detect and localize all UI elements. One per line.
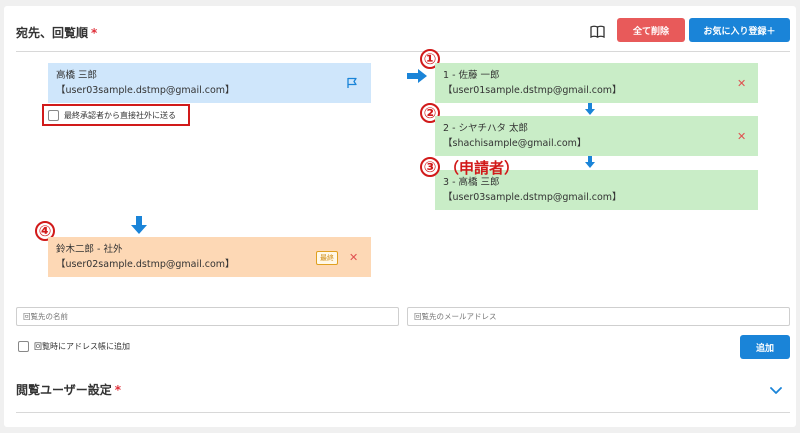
add-button[interactable]: 追加: [740, 335, 790, 359]
close-icon[interactable]: ✕: [737, 130, 746, 143]
route-email-1: 【user01sample.dstmp@gmail.com】: [443, 85, 622, 96]
route-email-3: 【user03sample.dstmp@gmail.com】: [443, 192, 622, 203]
section-title-text: 宛先、回覧順: [16, 26, 89, 40]
register-favorite-button[interactable]: お気に入り登録＋: [689, 18, 790, 42]
address-book-label: 回覧時にアドレス帳に追加: [34, 342, 130, 351]
header-divider: [16, 51, 790, 52]
final-badge: 最終: [316, 251, 338, 265]
close-icon[interactable]: ✕: [349, 251, 358, 264]
route-card-2[interactable]: 2 - シヤチハタ 太郎 【shachisample@gmail.com】: [435, 116, 758, 156]
applicant-annotation: （申請者）: [444, 159, 520, 177]
address-book-checkbox-box[interactable]: [18, 341, 29, 352]
address-book-checkbox[interactable]: 回覧時にアドレス帳に追加: [18, 341, 130, 352]
section-title-route: 宛先、回覧順 *: [16, 24, 97, 41]
recipient-email-input[interactable]: [407, 307, 790, 326]
applicant-name: 高橋 三郎: [56, 70, 98, 81]
arrow-down-icon: [585, 156, 595, 168]
route-name-1: 1 - 佐藤 一郎: [443, 70, 500, 81]
applicant-card[interactable]: 高橋 三郎 【user03sample.dstmp@gmail.com】: [48, 63, 371, 103]
route-email-2: 【shachisample@gmail.com】: [443, 138, 587, 149]
required-mark: *: [91, 26, 98, 40]
route-name-2: 2 - シヤチハタ 太郎: [443, 123, 529, 134]
arrow-down-icon: [131, 216, 147, 234]
direct-send-checkbox[interactable]: 最終承認者から直接社外に送る: [42, 104, 190, 126]
flag-icon[interactable]: [346, 77, 358, 89]
chevron-down-icon[interactable]: [770, 387, 782, 395]
book-icon[interactable]: [590, 25, 605, 38]
close-icon[interactable]: ✕: [737, 77, 746, 90]
viewer-divider: [16, 412, 790, 413]
viewer-title-text: 閲覧ユーザー設定: [16, 383, 112, 397]
arrow-right-icon: [407, 69, 427, 83]
route-marker-3: ③: [420, 157, 440, 177]
required-mark: *: [114, 383, 122, 397]
direct-send-label: 最終承認者から直接社外に送る: [64, 110, 176, 120]
direct-send-checkbox-box[interactable]: [48, 109, 59, 121]
arrow-down-icon: [585, 103, 595, 115]
section-title-viewer: 閲覧ユーザー設定 *: [16, 381, 121, 398]
delete-all-button[interactable]: 全て削除: [617, 18, 685, 42]
applicant-email: 【user03sample.dstmp@gmail.com】: [56, 85, 235, 96]
recipient-name-input[interactable]: [16, 307, 399, 326]
route-card-1[interactable]: 1 - 佐藤 一郎 【user01sample.dstmp@gmail.com】: [435, 63, 758, 103]
